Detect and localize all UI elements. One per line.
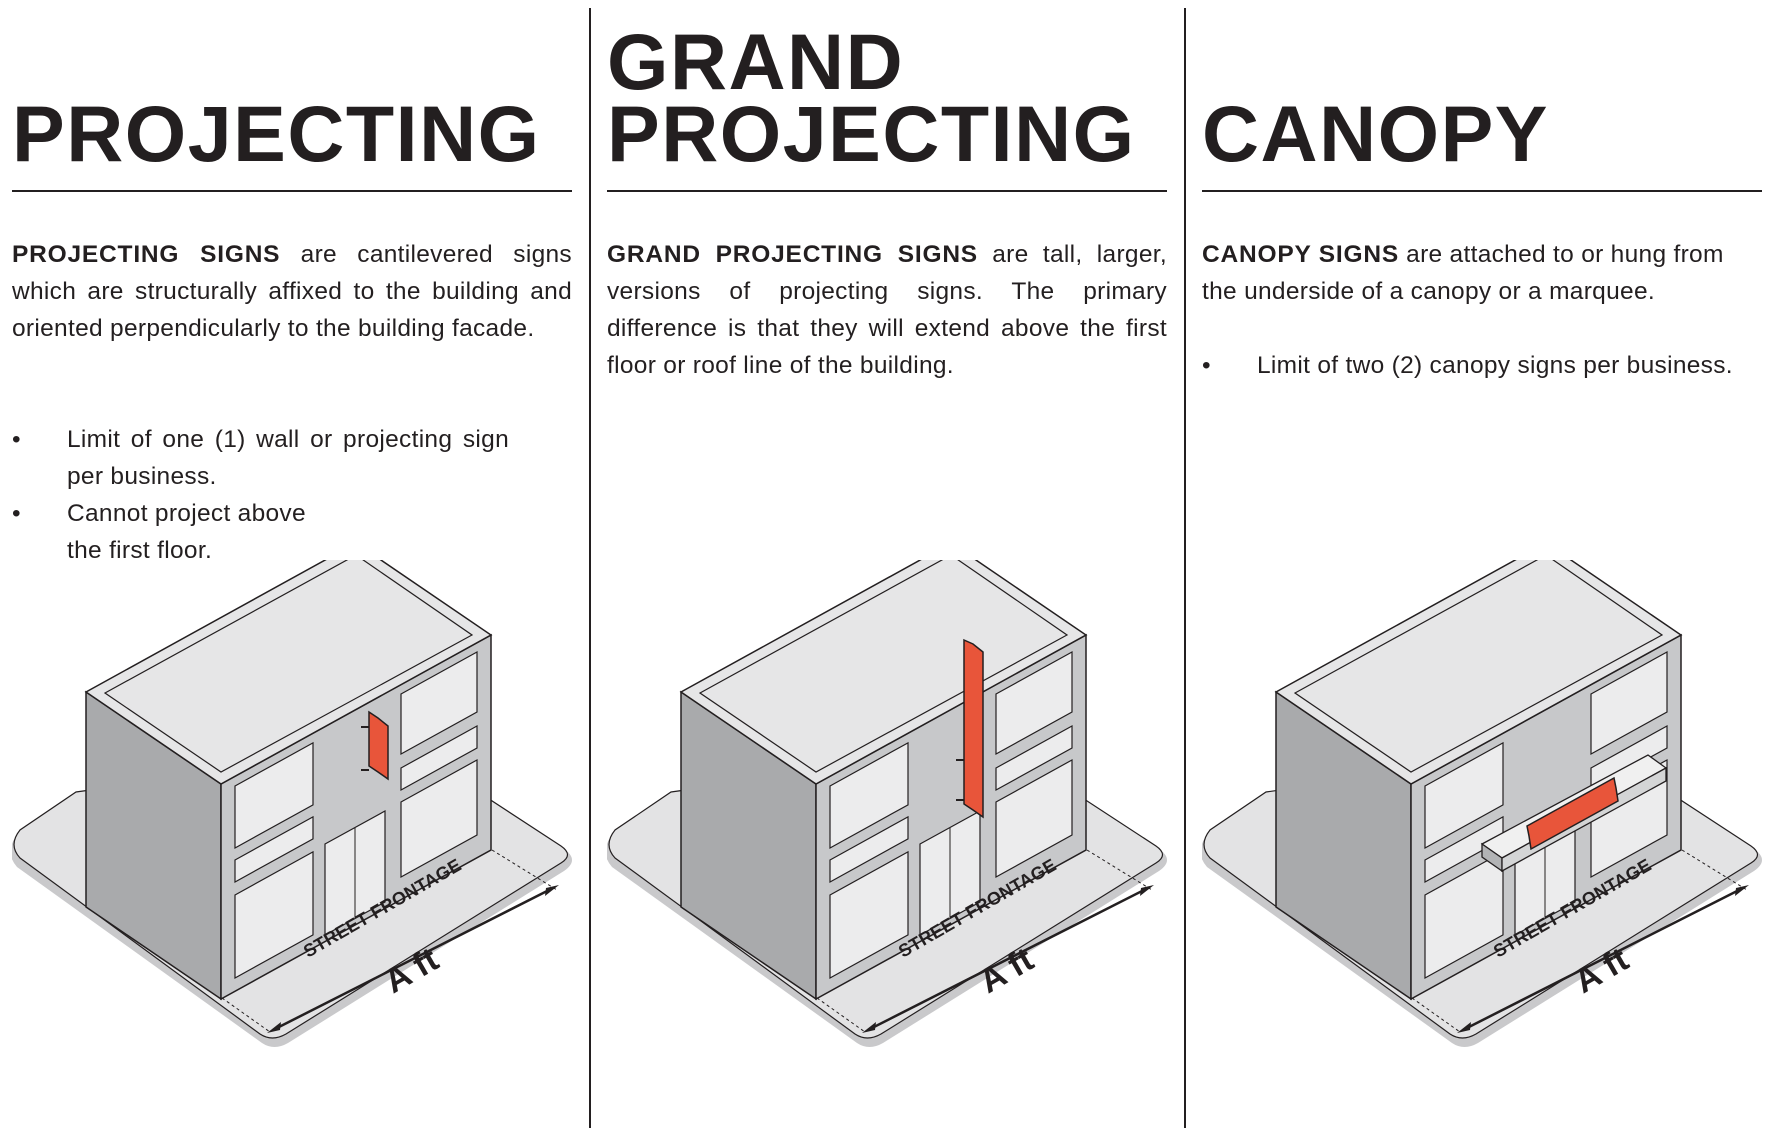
bullet-icon: •	[1202, 352, 1211, 379]
panel-title: GRAND PROJECTING	[607, 10, 1167, 178]
grand-projecting-sign	[963, 638, 984, 819]
rule-text: Cannot project above the first floor.	[67, 500, 306, 564]
arrowhead-right	[1735, 885, 1749, 896]
panel-grand-projecting: GRAND PROJECTING GRAND PROJECTING SIGNS …	[607, 0, 1167, 1126]
panel-description: GRAND PROJECTING SIGNS are tall, larger,…	[607, 236, 1167, 384]
rule-item: • Cannot project above the first floor.	[12, 495, 347, 569]
description-term: GRAND PROJECTING SIGNS	[607, 241, 978, 268]
bullet-icon: •	[12, 426, 21, 453]
description-term: CANOPY SIGNS	[1202, 241, 1400, 268]
arrowhead-right	[545, 885, 559, 896]
panel-description: CANOPY SIGNS are attached to or hung fro…	[1202, 236, 1762, 310]
panel-projecting: PROJECTING PROJECTING SIGNS are cantilev…	[12, 0, 572, 1126]
rules-list: • Limit of two (2) canopy signs per busin…	[1202, 347, 1762, 384]
title-line-1: GRAND	[607, 17, 905, 106]
title-rule	[12, 190, 572, 192]
title-line-2: CANOPY	[1202, 89, 1549, 178]
building-illustration: STREET FRONTAGE A ft	[1202, 560, 1774, 1080]
rule-item: • Limit of two (2) canopy signs per busin…	[1202, 347, 1762, 384]
panel-title: PROJECTING	[12, 10, 572, 178]
building-illustration: STREET FRONTAGE A ft	[607, 560, 1187, 1080]
description-term: PROJECTING SIGNS	[12, 241, 281, 268]
title-rule	[607, 190, 1167, 192]
rule-text: Limit of two (2) canopy signs per busine…	[1257, 352, 1733, 379]
arrowhead-right	[1140, 885, 1154, 896]
bullet-icon: •	[12, 500, 21, 527]
rule-item: • Limit of one (1) wall or projecting sig…	[12, 421, 509, 495]
rules-list: • Limit of one (1) wall or projecting sig…	[12, 421, 509, 569]
title-rule	[1202, 190, 1762, 192]
title-line-2: PROJECTING	[12, 89, 541, 178]
panel-canopy: CANOPY CANOPY SIGNS are attached to or h…	[1202, 0, 1762, 1126]
panel-description: PROJECTING SIGNS are cantilevered signs …	[12, 236, 572, 347]
rule-text: Limit of one (1) wall or projecting sign…	[67, 426, 509, 490]
building-illustration: STREET FRONTAGE A ft	[12, 560, 592, 1080]
panel-title: CANOPY	[1202, 10, 1762, 178]
title-line-2: PROJECTING	[607, 89, 1136, 178]
